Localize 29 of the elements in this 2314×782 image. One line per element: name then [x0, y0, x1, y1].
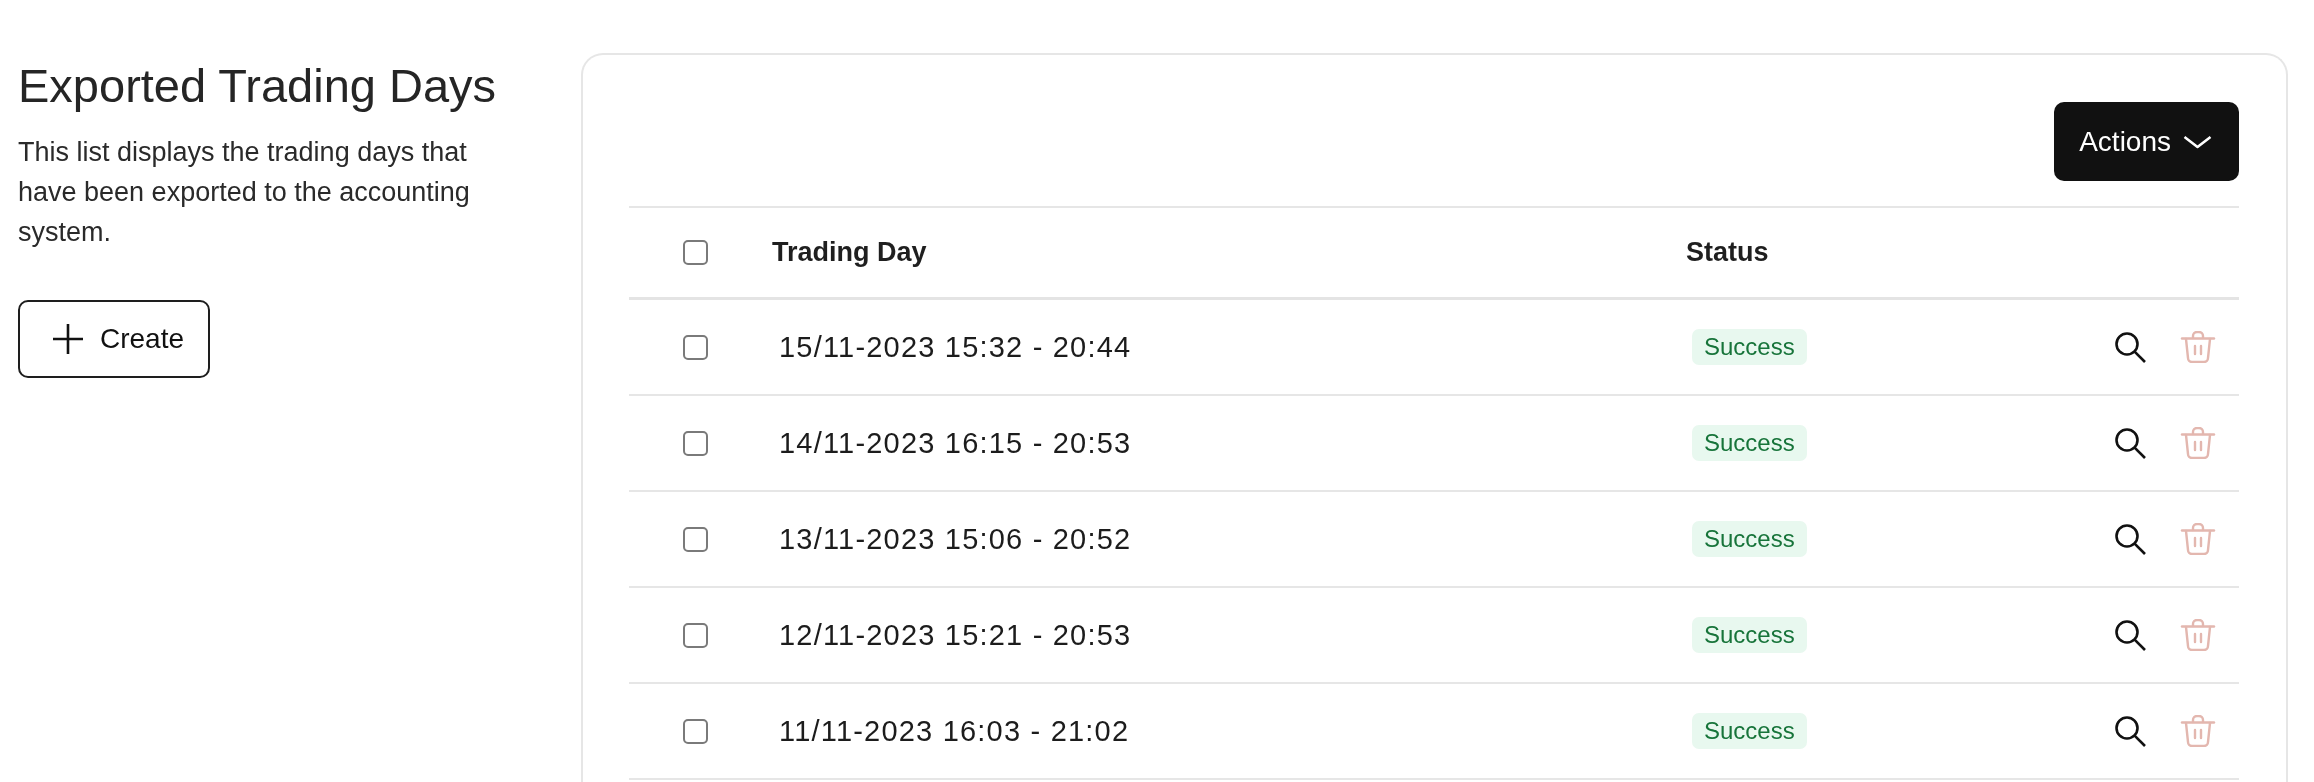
select-all-checkbox[interactable] — [683, 240, 708, 265]
plus-icon — [52, 323, 84, 355]
search-icon[interactable] — [2114, 715, 2146, 747]
page-title: Exported Trading Days — [18, 58, 497, 114]
status-badge: Success — [1692, 713, 1807, 749]
search-icon[interactable] — [2114, 331, 2146, 363]
table-cell-text: 14/11-2023 16:15 - 20:53 — [778, 426, 1132, 460]
table-cell-text: 15/11-2023 15:32 - 20:44 — [778, 330, 1132, 364]
column-header: Status — [1686, 237, 1769, 268]
status-badge: Success — [1692, 617, 1807, 653]
search-icon[interactable] — [2114, 427, 2146, 459]
status-badge: Success — [1692, 329, 1807, 365]
column-header: Trading Day — [772, 237, 927, 268]
description-text: This list displays the trading days that have been exported to the accounting system. — [18, 136, 471, 249]
status-badge: Success — [1692, 425, 1807, 461]
chevron-down-icon — [2183, 134, 2212, 149]
actions-button[interactable]: Actions — [2054, 102, 2239, 181]
search-icon[interactable] — [2114, 523, 2146, 555]
row-checkbox[interactable] — [683, 430, 708, 456]
table-cell-text: 12/11-2023 15:21 - 20:53 — [778, 618, 1132, 652]
status-badge: Success — [1692, 521, 1807, 557]
row-checkbox[interactable] — [683, 622, 708, 648]
row-checkbox[interactable] — [683, 718, 708, 744]
row-checkbox[interactable] — [683, 334, 708, 360]
table-cell-text: 11/11-2023 16:03 - 21:02 — [778, 714, 1130, 748]
table-cell-text: 13/11-2023 15:06 - 20:52 — [778, 522, 1132, 556]
row-checkbox[interactable] — [683, 526, 708, 552]
create-button[interactable]: Create — [18, 300, 211, 378]
search-icon[interactable] — [2114, 619, 2146, 651]
